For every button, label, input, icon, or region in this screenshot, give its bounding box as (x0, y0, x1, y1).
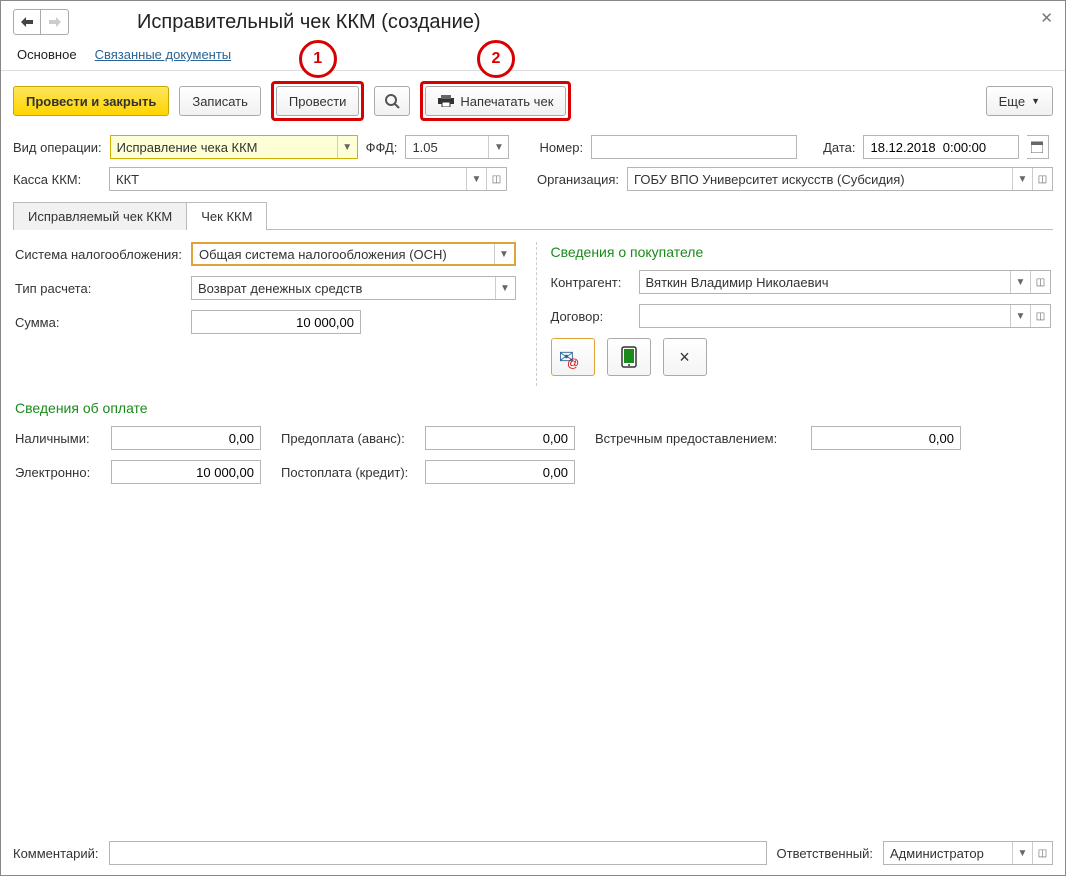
comment-field[interactable] (110, 842, 766, 864)
phone-button[interactable] (607, 338, 651, 376)
postpay-label: Постоплата (кредит): (281, 465, 419, 480)
responsible-value: Администратор (884, 846, 1012, 861)
contragent-combo[interactable]: Вяткин Владимир Николаевич ▼ ◫ (639, 270, 1052, 294)
post-button[interactable]: Провести (276, 86, 360, 116)
open-icon[interactable]: ◫ (486, 168, 506, 190)
print-check-label: Напечатать чек (460, 94, 553, 109)
ffd-value: 1.05 (406, 140, 488, 155)
ffd-label: ФФД: (366, 140, 398, 155)
email-at-icon: ✉@ (559, 347, 586, 368)
buyer-section-title: Сведения о покупателе (551, 244, 1052, 260)
chevron-down-icon[interactable]: ▼ (1012, 168, 1032, 190)
more-label: Еще (999, 94, 1025, 109)
date-label: Дата: (823, 140, 855, 155)
number-field[interactable] (592, 136, 796, 158)
calc-type-value: Возврат денежных средств (192, 281, 495, 296)
print-check-button[interactable]: Напечатать чек (425, 86, 566, 116)
responsible-combo[interactable]: Администратор ▼ ◫ (883, 841, 1053, 865)
postpay-field[interactable] (426, 461, 574, 483)
calc-type-label: Тип расчета: (15, 281, 183, 296)
date-picker-button[interactable] (1027, 135, 1049, 159)
prepay-label: Предоплата (аванс): (281, 431, 419, 446)
contragent-value: Вяткин Владимир Николаевич (640, 275, 1011, 290)
chevron-down-icon[interactable]: ▼ (494, 244, 514, 264)
kassa-value: ККТ (110, 172, 466, 187)
cash-label: Наличными: (15, 431, 105, 446)
tax-system-value: Общая система налогообложения (ОСН) (193, 247, 494, 262)
kassa-combo[interactable]: ККТ ▼ ◫ (109, 167, 507, 191)
arrow-right-icon (49, 17, 61, 27)
chevron-down-icon[interactable]: ▼ (337, 136, 357, 158)
calendar-icon (1027, 136, 1047, 158)
chevron-down-icon[interactable]: ▼ (1012, 842, 1032, 864)
magnifier-icon (384, 93, 400, 109)
tax-system-label: Система налогообложения: (15, 247, 183, 262)
electronic-field[interactable] (112, 461, 260, 483)
tab-check[interactable]: Чек ККМ (186, 202, 267, 230)
arrow-left-icon (21, 17, 33, 27)
payment-section-title: Сведения об оплате (15, 400, 1051, 416)
org-value: ГОБУ ВПО Университет искусств (Субсидия) (628, 172, 1012, 187)
operation-type-combo[interactable]: Исправление чека ККМ ▼ (110, 135, 358, 159)
sum-input[interactable] (191, 310, 361, 334)
tab-main[interactable]: Основное (17, 45, 77, 64)
contract-combo[interactable]: ▼ ◫ (639, 304, 1052, 328)
counter-label: Встречным предоставлением: (595, 431, 805, 446)
comment-label: Комментарий: (13, 846, 99, 861)
open-icon[interactable]: ◫ (1032, 842, 1052, 864)
date-field[interactable] (864, 136, 1018, 158)
window-title: Исправительный чек ККМ (создание) (137, 11, 481, 34)
operation-type-value: Исправление чека ККМ (111, 140, 337, 155)
number-label: Номер: (539, 140, 583, 155)
comment-input[interactable] (109, 841, 767, 865)
tax-system-combo[interactable]: Общая система налогообложения (ОСН) ▼ (191, 242, 516, 266)
save-button[interactable]: Записать (179, 86, 261, 116)
org-combo[interactable]: ГОБУ ВПО Университет искусств (Субсидия)… (627, 167, 1053, 191)
counter-field[interactable] (812, 427, 960, 449)
sum-field[interactable] (192, 311, 360, 333)
calc-type-combo[interactable]: Возврат денежных средств ▼ (191, 276, 516, 300)
org-label: Организация: (537, 172, 619, 187)
nav-back-button[interactable] (13, 9, 41, 35)
clear-buyer-button[interactable]: × (663, 338, 707, 376)
close-button[interactable]: ✕ (1040, 9, 1053, 27)
operation-type-label: Вид операции: (13, 140, 102, 155)
contragent-label: Контрагент: (551, 275, 631, 290)
chevron-down-icon[interactable]: ▼ (1010, 305, 1030, 327)
nav-forward-button[interactable] (41, 9, 69, 35)
chevron-down-icon[interactable]: ▼ (495, 277, 515, 299)
number-input[interactable] (591, 135, 797, 159)
chevron-down-icon[interactable]: ▼ (488, 136, 508, 158)
responsible-label: Ответственный: (777, 846, 873, 861)
kassa-label: Касса ККМ: (13, 172, 101, 187)
tab-related-docs[interactable]: Связанные документы (95, 45, 232, 64)
prepay-field[interactable] (426, 427, 574, 449)
ffd-combo[interactable]: 1.05 ▼ (405, 135, 509, 159)
contract-label: Договор: (551, 309, 631, 324)
cash-field[interactable] (112, 427, 260, 449)
electronic-label: Электронно: (15, 465, 105, 480)
more-button[interactable]: Еще ▼ (986, 86, 1053, 116)
sum-label: Сумма: (15, 315, 183, 330)
email-button[interactable]: ✉@ (551, 338, 595, 376)
close-icon: × (679, 347, 690, 368)
open-icon[interactable]: ◫ (1030, 271, 1050, 293)
date-input[interactable] (863, 135, 1019, 159)
search-button[interactable] (374, 86, 410, 116)
printer-icon (438, 95, 454, 107)
tab-corrected-check[interactable]: Исправляемый чек ККМ (13, 202, 187, 230)
chevron-down-icon[interactable]: ▼ (466, 168, 486, 190)
open-icon[interactable]: ◫ (1030, 305, 1050, 327)
open-icon[interactable]: ◫ (1032, 168, 1052, 190)
chevron-down-icon[interactable]: ▼ (1010, 271, 1030, 293)
chevron-down-icon: ▼ (1031, 96, 1040, 106)
post-and-close-button[interactable]: Провести и закрыть (13, 86, 169, 116)
phone-icon (621, 346, 637, 368)
